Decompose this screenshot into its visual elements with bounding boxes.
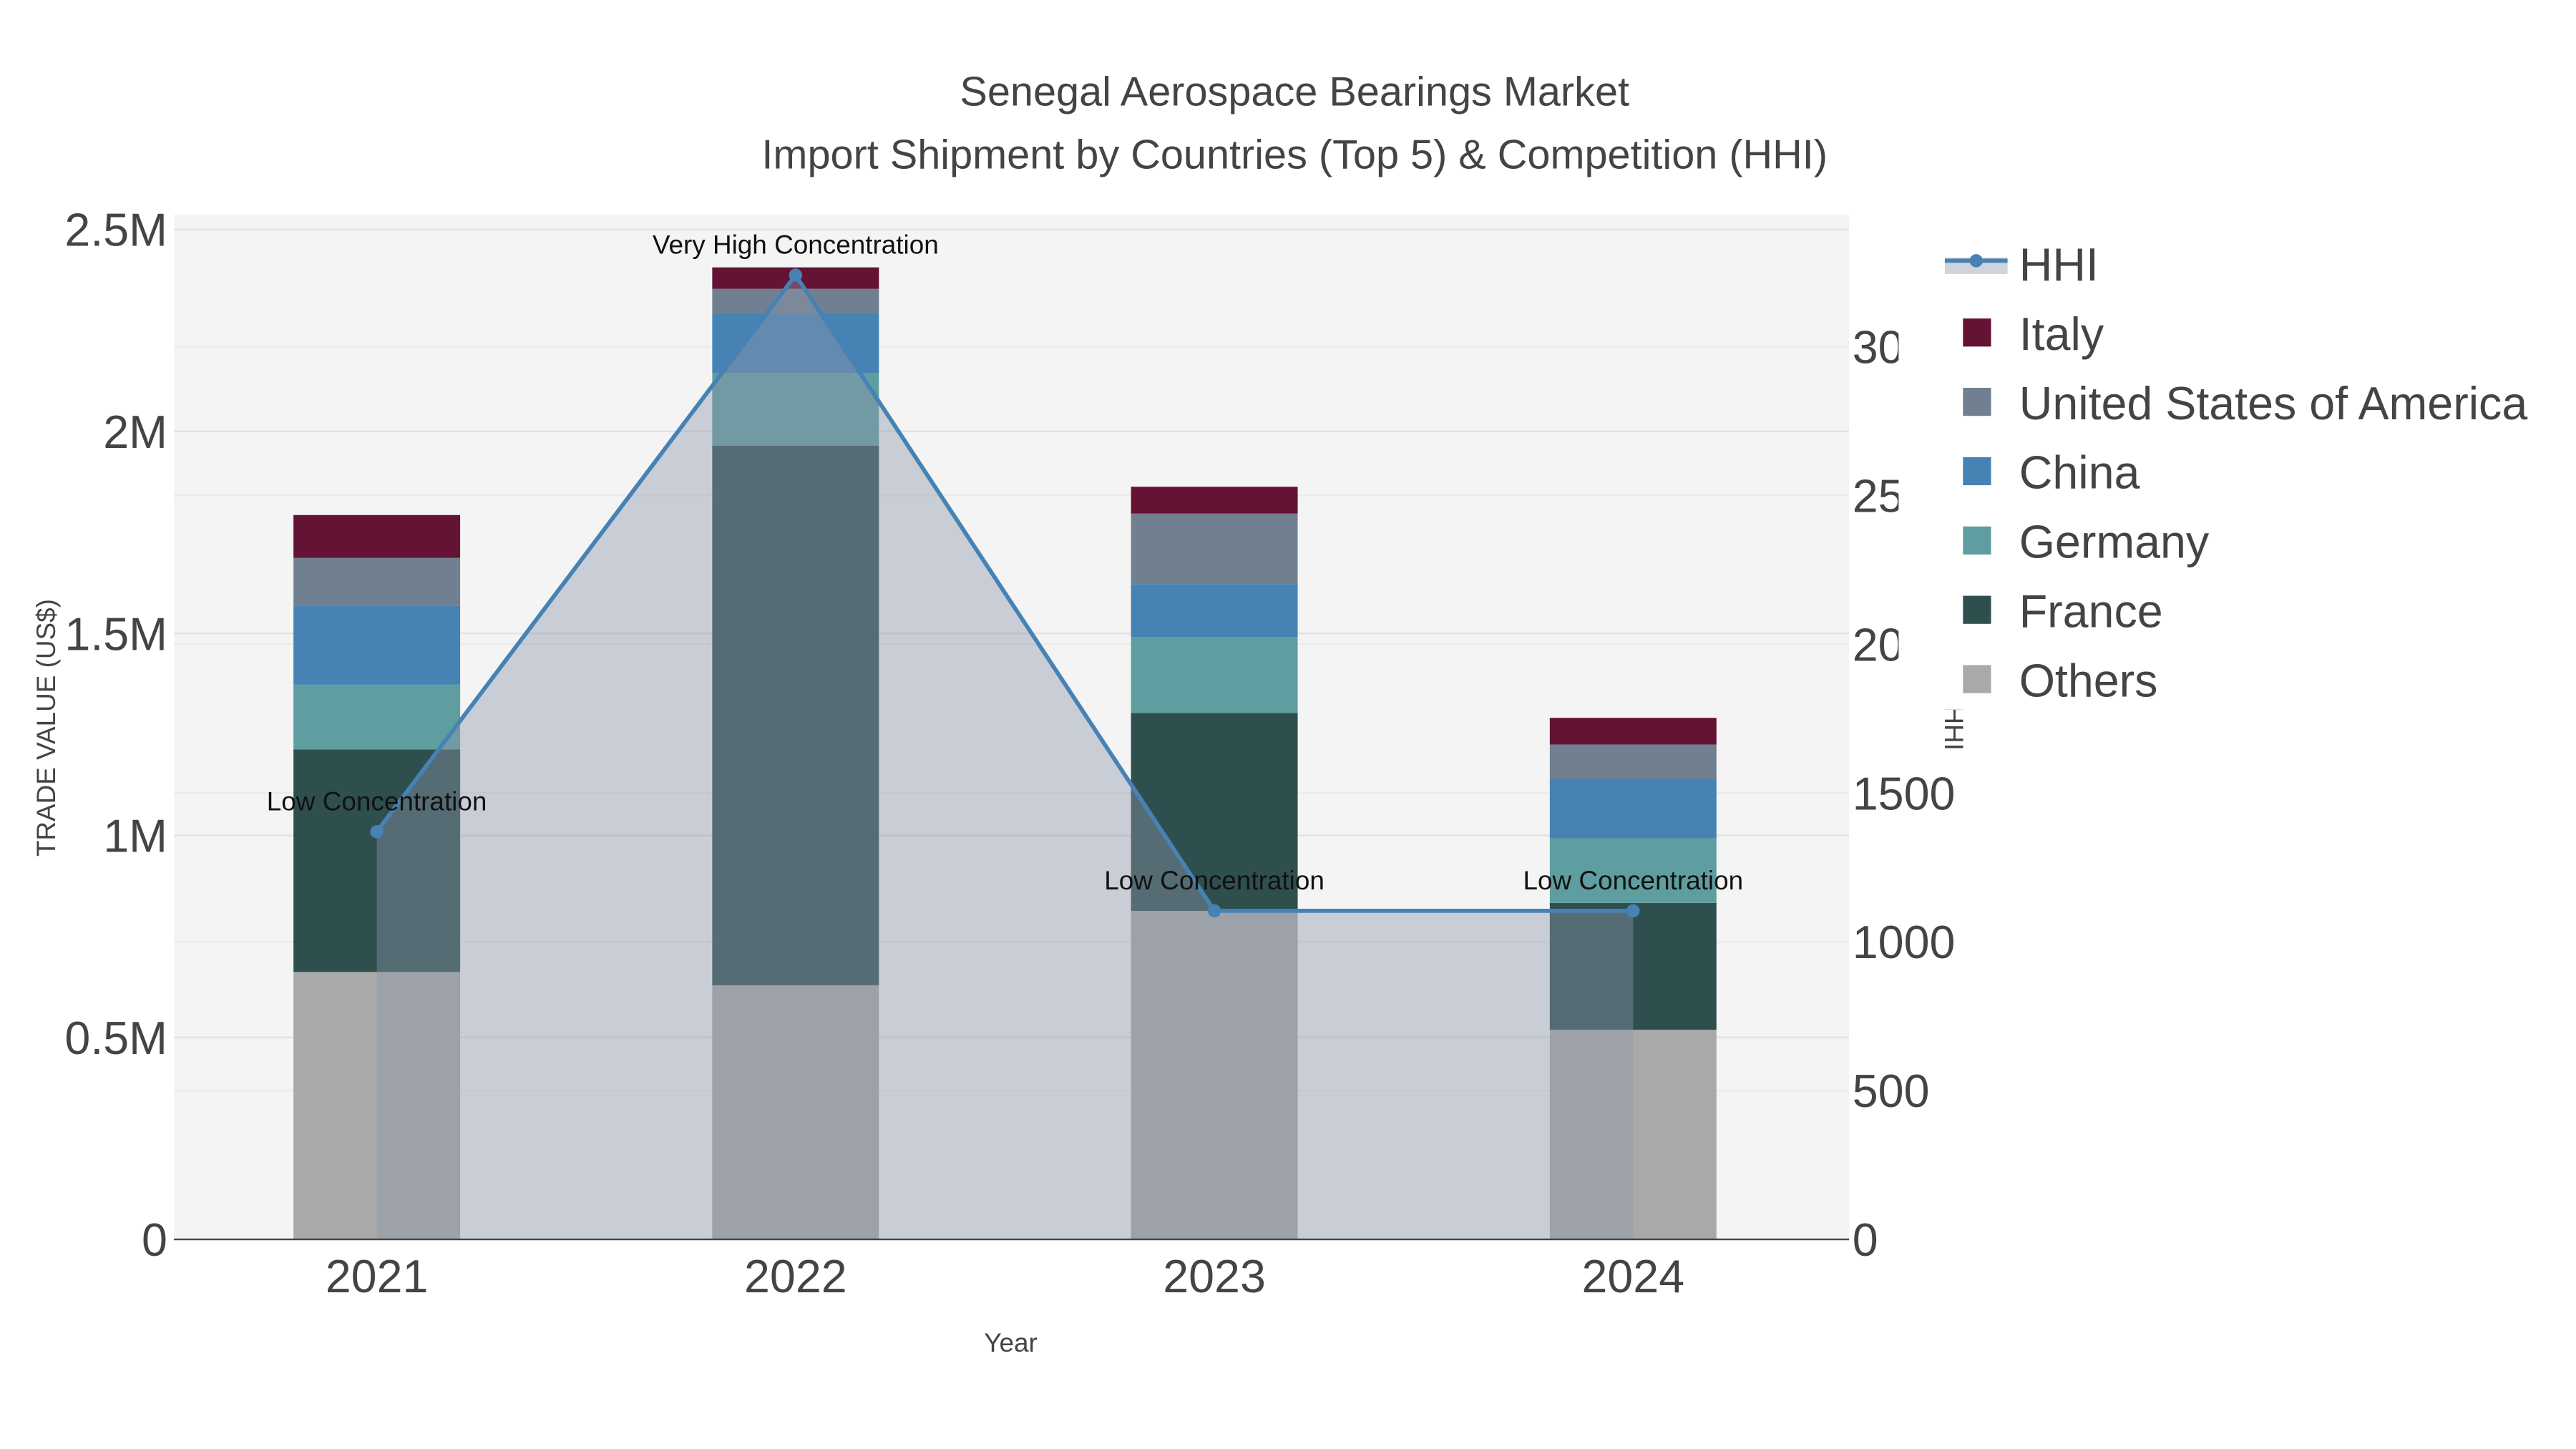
bar-united-states-of-america-2021 bbox=[293, 557, 461, 606]
y2-tick-label: 1500 bbox=[1853, 768, 1956, 819]
x-tick-label: 2022 bbox=[744, 1251, 847, 1302]
y-axis-label: TRADE VALUE (US$) bbox=[31, 599, 61, 857]
legend-item-label: France bbox=[2019, 585, 2163, 637]
bar-china-2021 bbox=[293, 605, 461, 685]
hhi-annotation: Very High Concentration bbox=[653, 230, 939, 260]
chart: 00.5M1M1.5M2M2.5M 0500100015002000250030… bbox=[31, 69, 2575, 1357]
chart-subtitle: Import Shipment by Countries (Top 5) & C… bbox=[761, 132, 1828, 177]
legend-swatch-germany bbox=[1963, 526, 1991, 555]
hhi-point-2022 bbox=[789, 268, 803, 282]
legend-item-label: United States of America bbox=[2019, 378, 2528, 429]
legend: HHI Italy United States of America China Ger… bbox=[1898, 223, 2575, 710]
y-tick-label: 2M bbox=[103, 406, 167, 458]
legend-swatch-italy bbox=[1963, 318, 1991, 347]
y-tick-label: 2.5M bbox=[64, 205, 167, 256]
chart-container: 00.5M1M1.5M2M2.5M 0500100015002000250030… bbox=[0, 0, 2576, 1449]
bar-germany-2021 bbox=[293, 684, 461, 750]
legend-background bbox=[1898, 223, 2575, 710]
y2-axis-label: HHI bbox=[1939, 705, 1968, 751]
y-tick-label: 0 bbox=[142, 1214, 167, 1266]
legend-swatch-china bbox=[1963, 457, 1991, 486]
bar-italy-2021 bbox=[293, 514, 461, 558]
legend-item-label: Germany bbox=[2019, 517, 2210, 568]
hhi-annotation: Low Concentration bbox=[1523, 866, 1744, 895]
y2-tick-label: 0 bbox=[1853, 1214, 1878, 1266]
legend-swatch-united-states-of-america bbox=[1963, 387, 1991, 416]
bar-china-2024 bbox=[1549, 779, 1717, 839]
legend-item-label: HHI bbox=[2019, 239, 2099, 291]
y2-tick-label: 500 bbox=[1853, 1065, 1930, 1117]
legend-item-label: Italy bbox=[2019, 308, 2104, 360]
y-tick-label: 1.5M bbox=[64, 608, 167, 660]
chart-title: Senegal Aerospace Bearings Market bbox=[960, 69, 1629, 115]
legend-swatch-france bbox=[1963, 595, 1991, 624]
bar-united-states-of-america-2023 bbox=[1131, 513, 1298, 585]
x-tick-label: 2023 bbox=[1163, 1251, 1266, 1302]
bar-italy-2024 bbox=[1549, 718, 1717, 745]
bar-italy-2023 bbox=[1131, 487, 1298, 514]
hhi-point-2021 bbox=[370, 825, 384, 839]
x-tick-label: 2021 bbox=[326, 1251, 429, 1302]
legend-swatch-others bbox=[1963, 665, 1991, 693]
bar-china-2023 bbox=[1131, 584, 1298, 638]
hhi-point-2023 bbox=[1207, 904, 1221, 918]
hhi-point-2024 bbox=[1626, 904, 1640, 918]
bar-germany-2023 bbox=[1131, 637, 1298, 713]
legend-item-label: Others bbox=[2019, 655, 2158, 706]
hhi-annotation: Low Concentration bbox=[267, 786, 487, 816]
y-tick-label: 1M bbox=[103, 811, 167, 862]
legend-hhi-marker bbox=[1969, 254, 1983, 268]
x-tick-label: 2024 bbox=[1582, 1251, 1685, 1302]
y-tick-label: 0.5M bbox=[64, 1013, 167, 1064]
legend-item-label: China bbox=[2019, 447, 2140, 499]
y2-tick-label: 1000 bbox=[1853, 917, 1956, 968]
x-axis-label: Year bbox=[984, 1328, 1038, 1357]
bar-united-states-of-america-2024 bbox=[1549, 744, 1717, 779]
hhi-annotation: Low Concentration bbox=[1104, 866, 1324, 895]
